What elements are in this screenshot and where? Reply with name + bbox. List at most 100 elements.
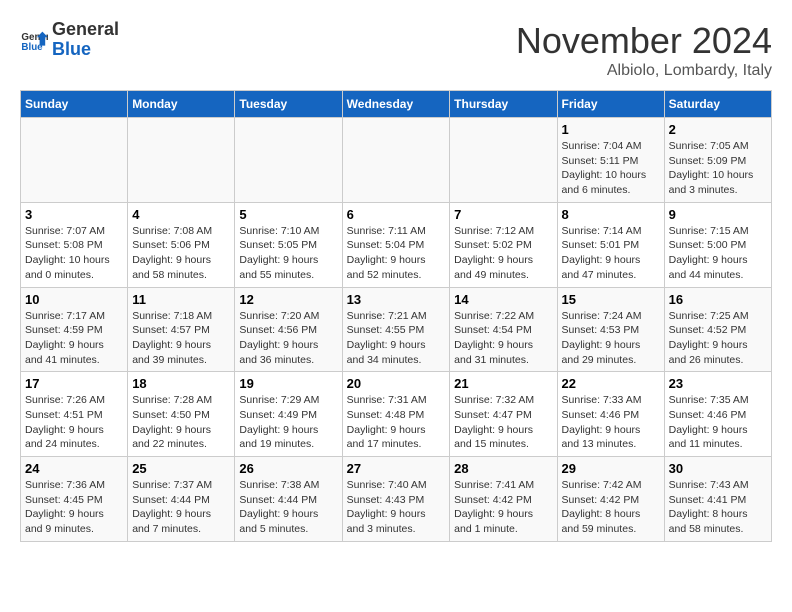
day-cell: 21 Sunrise: 7:32 AM Sunset: 4:47 PM Dayli…	[450, 372, 557, 457]
day-cell: 8 Sunrise: 7:14 AM Sunset: 5:01 PM Daylig…	[557, 202, 664, 287]
day-cell: 1 Sunrise: 7:04 AM Sunset: 5:11 PM Daylig…	[557, 118, 664, 203]
month-title: November 2024	[516, 20, 772, 62]
day-cell: 24 Sunrise: 7:36 AM Sunset: 4:45 PM Dayli…	[21, 457, 128, 542]
week-row-1: 1 Sunrise: 7:04 AM Sunset: 5:11 PM Daylig…	[21, 118, 772, 203]
day-info: Sunrise: 7:33 AM Sunset: 4:46 PM Dayligh…	[562, 393, 660, 452]
day-cell: 5 Sunrise: 7:10 AM Sunset: 5:05 PM Daylig…	[235, 202, 342, 287]
weekday-header-wednesday: Wednesday	[342, 91, 450, 118]
day-info: Sunrise: 7:42 AM Sunset: 4:42 PM Dayligh…	[562, 478, 660, 537]
week-row-2: 3 Sunrise: 7:07 AM Sunset: 5:08 PM Daylig…	[21, 202, 772, 287]
day-number: 29	[562, 461, 660, 476]
day-number: 8	[562, 207, 660, 222]
logo-icon: General Blue	[20, 26, 48, 54]
day-number: 15	[562, 292, 660, 307]
day-info: Sunrise: 7:24 AM Sunset: 4:53 PM Dayligh…	[562, 309, 660, 368]
day-info: Sunrise: 7:05 AM Sunset: 5:09 PM Dayligh…	[669, 139, 767, 198]
day-number: 13	[347, 292, 446, 307]
week-row-5: 24 Sunrise: 7:36 AM Sunset: 4:45 PM Dayli…	[21, 457, 772, 542]
day-info: Sunrise: 7:20 AM Sunset: 4:56 PM Dayligh…	[239, 309, 337, 368]
day-cell: 2Sunrise: 7:05 AM Sunset: 5:09 PM Daylig…	[664, 118, 771, 203]
day-info: Sunrise: 7:25 AM Sunset: 4:52 PM Dayligh…	[669, 309, 767, 368]
day-info: Sunrise: 7:22 AM Sunset: 4:54 PM Dayligh…	[454, 309, 552, 368]
day-cell: 7 Sunrise: 7:12 AM Sunset: 5:02 PM Daylig…	[450, 202, 557, 287]
day-number: 25	[132, 461, 230, 476]
day-cell: 3 Sunrise: 7:07 AM Sunset: 5:08 PM Daylig…	[21, 202, 128, 287]
day-info: Sunrise: 7:21 AM Sunset: 4:55 PM Dayligh…	[347, 309, 446, 368]
day-number: 6	[347, 207, 446, 222]
weekday-header-sunday: Sunday	[21, 91, 128, 118]
day-info: Sunrise: 7:12 AM Sunset: 5:02 PM Dayligh…	[454, 224, 552, 283]
day-number: 14	[454, 292, 552, 307]
day-cell: 20 Sunrise: 7:31 AM Sunset: 4:48 PM Dayli…	[342, 372, 450, 457]
location: Albiolo, Lombardy, Italy	[516, 62, 772, 80]
day-info: Sunrise: 7:10 AM Sunset: 5:05 PM Dayligh…	[239, 224, 337, 283]
day-info: Sunrise: 7:07 AM Sunset: 5:08 PM Dayligh…	[25, 224, 123, 283]
day-number: 3	[25, 207, 123, 222]
day-cell: 30 Sunrise: 7:43 AM Sunset: 4:41 PM Dayli…	[664, 457, 771, 542]
day-number: 28	[454, 461, 552, 476]
day-cell: 26 Sunrise: 7:38 AM Sunset: 4:44 PM Dayli…	[235, 457, 342, 542]
weekday-header-monday: Monday	[128, 91, 235, 118]
day-cell	[342, 118, 450, 203]
day-number: 9	[669, 207, 767, 222]
weekday-header-saturday: Saturday	[664, 91, 771, 118]
day-cell: 28 Sunrise: 7:41 AM Sunset: 4:42 PM Dayli…	[450, 457, 557, 542]
day-info: Sunrise: 7:38 AM Sunset: 4:44 PM Dayligh…	[239, 478, 337, 537]
day-cell: 6 Sunrise: 7:11 AM Sunset: 5:04 PM Daylig…	[342, 202, 450, 287]
day-info: Sunrise: 7:31 AM Sunset: 4:48 PM Dayligh…	[347, 393, 446, 452]
day-number: 4	[132, 207, 230, 222]
day-number: 10	[25, 292, 123, 307]
day-cell: 11 Sunrise: 7:18 AM Sunset: 4:57 PM Dayli…	[128, 287, 235, 372]
day-info: Sunrise: 7:14 AM Sunset: 5:01 PM Dayligh…	[562, 224, 660, 283]
day-number: 21	[454, 376, 552, 391]
day-cell: 14 Sunrise: 7:22 AM Sunset: 4:54 PM Dayli…	[450, 287, 557, 372]
weekday-header-row: SundayMondayTuesdayWednesdayThursdayFrid…	[21, 91, 772, 118]
page-header: General Blue GeneralBlue November 2024 A…	[20, 20, 772, 80]
day-number: 16	[669, 292, 767, 307]
weekday-header-friday: Friday	[557, 91, 664, 118]
day-number: 30	[669, 461, 767, 476]
calendar: SundayMondayTuesdayWednesdayThursdayFrid…	[20, 90, 772, 542]
week-row-3: 10 Sunrise: 7:17 AM Sunset: 4:59 PM Dayli…	[21, 287, 772, 372]
day-cell: 27Sunrise: 7:40 AM Sunset: 4:43 PM Dayli…	[342, 457, 450, 542]
day-number: 11	[132, 292, 230, 307]
day-cell	[128, 118, 235, 203]
day-number: 7	[454, 207, 552, 222]
day-info: Sunrise: 7:36 AM Sunset: 4:45 PM Dayligh…	[25, 478, 123, 537]
day-number: 27	[347, 461, 446, 476]
day-cell: 25Sunrise: 7:37 AM Sunset: 4:44 PM Dayli…	[128, 457, 235, 542]
logo-text: GeneralBlue	[52, 20, 119, 60]
day-info: Sunrise: 7:28 AM Sunset: 4:50 PM Dayligh…	[132, 393, 230, 452]
day-number: 22	[562, 376, 660, 391]
day-cell	[450, 118, 557, 203]
day-cell: 23 Sunrise: 7:35 AM Sunset: 4:46 PM Dayli…	[664, 372, 771, 457]
day-info: Sunrise: 7:17 AM Sunset: 4:59 PM Dayligh…	[25, 309, 123, 368]
day-info: Sunrise: 7:26 AM Sunset: 4:51 PM Dayligh…	[25, 393, 123, 452]
day-number: 5	[239, 207, 337, 222]
day-number: 17	[25, 376, 123, 391]
day-cell: 13 Sunrise: 7:21 AM Sunset: 4:55 PM Dayli…	[342, 287, 450, 372]
day-info: Sunrise: 7:35 AM Sunset: 4:46 PM Dayligh…	[669, 393, 767, 452]
day-cell: 22 Sunrise: 7:33 AM Sunset: 4:46 PM Dayli…	[557, 372, 664, 457]
day-info: Sunrise: 7:04 AM Sunset: 5:11 PM Dayligh…	[562, 139, 660, 198]
day-cell: 15 Sunrise: 7:24 AM Sunset: 4:53 PM Dayli…	[557, 287, 664, 372]
day-cell: 16 Sunrise: 7:25 AM Sunset: 4:52 PM Dayli…	[664, 287, 771, 372]
day-info: Sunrise: 7:08 AM Sunset: 5:06 PM Dayligh…	[132, 224, 230, 283]
day-number: 26	[239, 461, 337, 476]
week-row-4: 17 Sunrise: 7:26 AM Sunset: 4:51 PM Dayli…	[21, 372, 772, 457]
day-cell: 19Sunrise: 7:29 AM Sunset: 4:49 PM Dayli…	[235, 372, 342, 457]
day-number: 12	[239, 292, 337, 307]
day-cell: 29 Sunrise: 7:42 AM Sunset: 4:42 PM Dayli…	[557, 457, 664, 542]
day-number: 1	[562, 122, 660, 137]
day-info: Sunrise: 7:18 AM Sunset: 4:57 PM Dayligh…	[132, 309, 230, 368]
day-number: 24	[25, 461, 123, 476]
day-number: 20	[347, 376, 446, 391]
day-info: Sunrise: 7:11 AM Sunset: 5:04 PM Dayligh…	[347, 224, 446, 283]
day-info: Sunrise: 7:29 AM Sunset: 4:49 PM Dayligh…	[239, 393, 337, 452]
day-number: 23	[669, 376, 767, 391]
weekday-header-tuesday: Tuesday	[235, 91, 342, 118]
day-info: Sunrise: 7:43 AM Sunset: 4:41 PM Dayligh…	[669, 478, 767, 537]
title-area: November 2024 Albiolo, Lombardy, Italy	[516, 20, 772, 80]
day-info: Sunrise: 7:41 AM Sunset: 4:42 PM Dayligh…	[454, 478, 552, 537]
day-info: Sunrise: 7:32 AM Sunset: 4:47 PM Dayligh…	[454, 393, 552, 452]
